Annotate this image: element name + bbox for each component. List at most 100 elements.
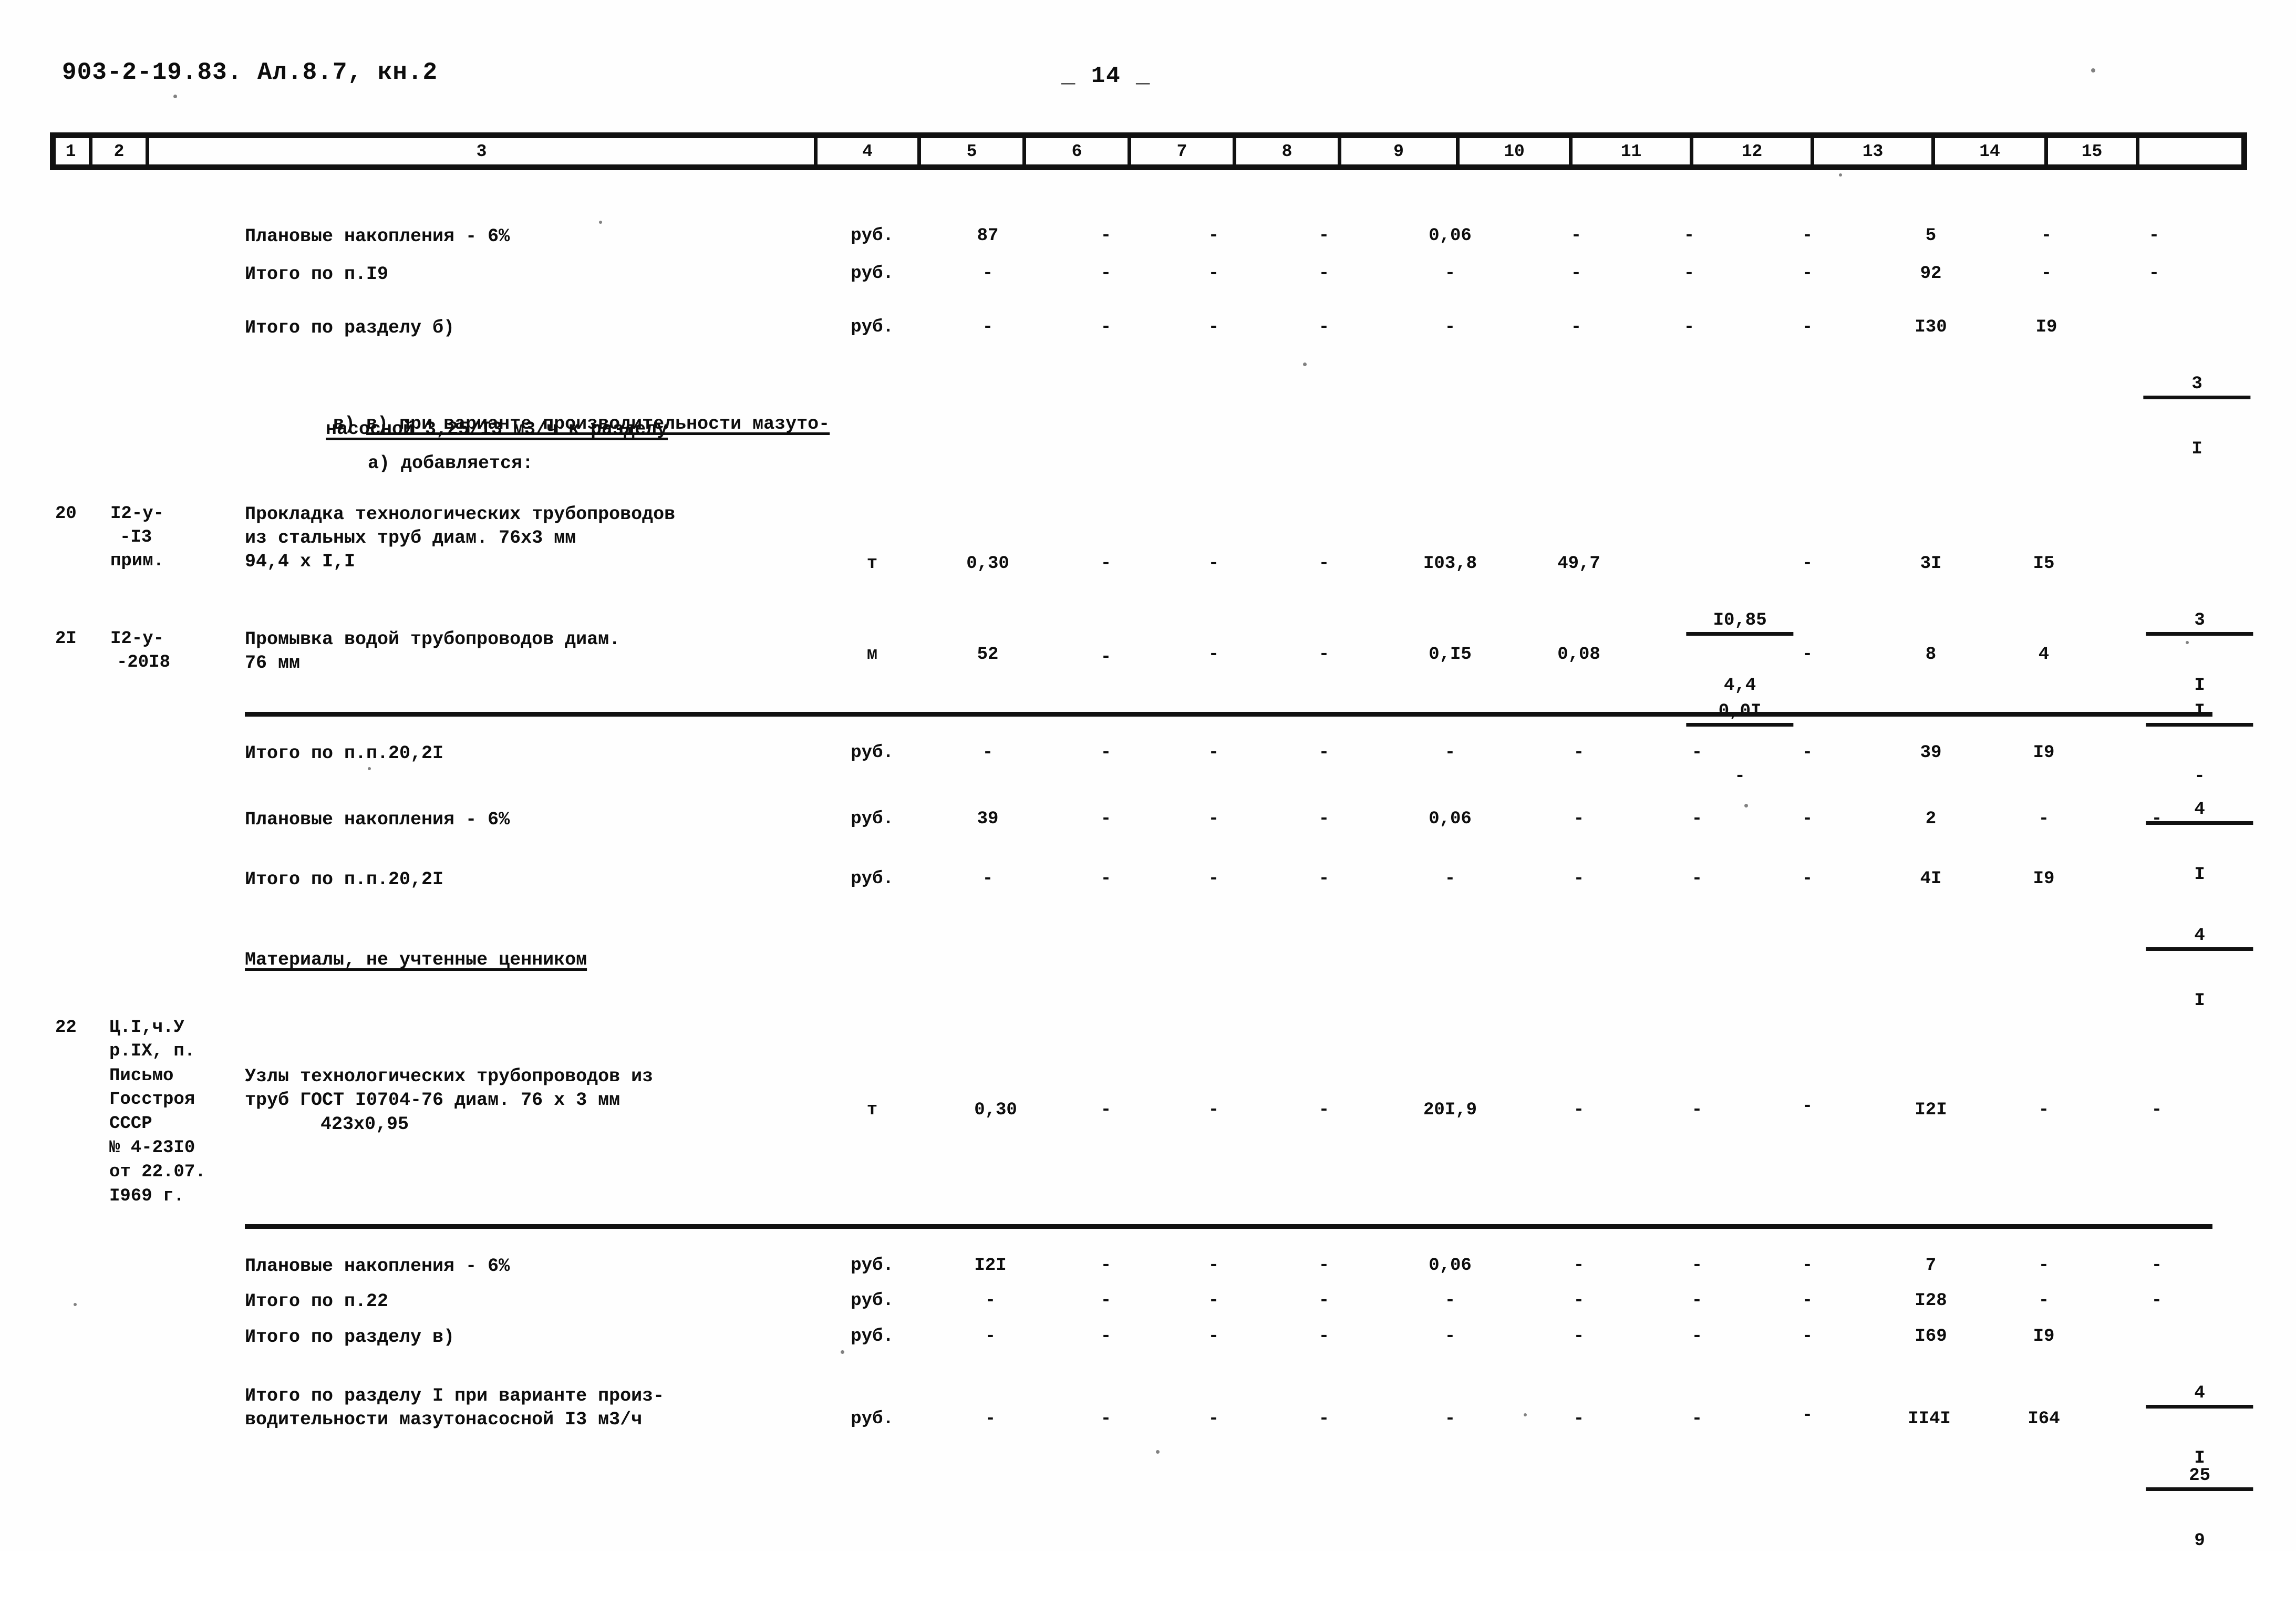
cell-col7: -: [1208, 1100, 1219, 1120]
materials-heading: Материалы, не учтенные ценником: [245, 949, 587, 970]
cell-col15-fraction: 4 I: [2060, 864, 2253, 1075]
cell-col9: -: [1444, 264, 1456, 284]
cell-col10: -: [1570, 226, 1582, 246]
cell-col11: -: [1691, 1327, 1703, 1347]
cell-col13: 7: [1925, 1256, 1937, 1276]
cell-col9: -: [1444, 317, 1456, 337]
column-header-10: 10: [1460, 138, 1573, 164]
cell-col12: -: [1802, 1405, 1813, 1425]
cell-unit: руб.: [851, 1409, 894, 1429]
cell-col8: -: [1318, 1409, 1330, 1429]
row-description: Итого по разделу б): [245, 317, 455, 338]
column-header-8: 8: [1236, 138, 1341, 164]
cell-col10: -: [1573, 1291, 1585, 1311]
column-header-7: 7: [1131, 138, 1236, 164]
cell-unit: руб.: [851, 743, 894, 763]
cell-col5: -: [982, 869, 994, 889]
row-description-line2: водительности мазутонасосной I3 м3/ч: [245, 1409, 643, 1430]
cell-col10: -: [1573, 1100, 1585, 1120]
cell-col15-numerator: 3: [2146, 610, 2253, 636]
cell-col9: -: [1444, 1409, 1456, 1429]
cell-col7: -: [1208, 809, 1219, 829]
cell-col8: -: [1318, 317, 1330, 337]
cell-col9: 0,06: [1429, 1256, 1472, 1276]
cell-col13: 4I: [1920, 869, 1942, 889]
cell-col15-denominator: I: [2194, 991, 2205, 1011]
row-description: Плановые накопления - 6%: [245, 809, 510, 830]
cell-code-line7: от 22.07.: [109, 1162, 206, 1182]
cell-col11: -: [1691, 1291, 1703, 1311]
cell-unit: м: [866, 645, 878, 665]
cell-col12: -: [1802, 645, 1813, 665]
cell-col15-denominator: I: [2191, 439, 2202, 460]
row-description-line3: 423х0,95: [320, 1114, 409, 1135]
cell-col8: -: [1318, 1327, 1330, 1347]
column-header-9: 9: [1341, 138, 1460, 164]
cell-col7: -: [1208, 264, 1219, 284]
cell-code-line4: Госстроя: [109, 1090, 195, 1110]
cell-col5: -: [982, 317, 994, 337]
cell-col15: -: [2151, 1256, 2163, 1276]
cell-col13: 39: [1920, 743, 1942, 763]
cell-col8: -: [1318, 869, 1330, 889]
cell-col9: -: [1444, 869, 1456, 889]
cell-code-line5: СССР: [109, 1114, 152, 1134]
cell-col15-numerator: 25: [2146, 1466, 2253, 1491]
cell-code-line1: I2-у-: [110, 629, 164, 649]
cell-col6: -: [1100, 1291, 1112, 1311]
cell-col10: 0,08: [1557, 645, 1600, 665]
cell-col6: -: [1100, 869, 1112, 889]
cell-code-line2: р.IХ, п.: [109, 1041, 195, 1061]
cell-code-line1: I2-у-: [110, 504, 164, 524]
row-description: Итого по разделу в): [245, 1327, 455, 1348]
cell-unit: руб.: [851, 869, 894, 889]
cell-unit: руб.: [851, 317, 894, 337]
row-description: Итого по п.I9: [245, 264, 389, 285]
cell-col10: -: [1570, 317, 1582, 337]
cell-col7: -: [1208, 1256, 1219, 1276]
cell-col14: -: [2041, 264, 2052, 284]
column-header-11: 11: [1573, 138, 1693, 164]
cell-col12: -: [1802, 743, 1813, 763]
row-description-line1: Итого по разделу I при варианте произ-: [245, 1385, 665, 1406]
row-description: Итого по п.22: [245, 1291, 389, 1312]
cell-col10: -: [1573, 1327, 1585, 1347]
cell-col7: -: [1208, 645, 1219, 665]
cell-col10: 49,7: [1557, 554, 1600, 574]
cell-unit: руб.: [851, 1256, 894, 1276]
cell-col11: -: [1683, 264, 1695, 284]
cell-unit: руб.: [851, 809, 894, 829]
cell-col10: -: [1573, 743, 1585, 763]
cell-col14: 4: [2038, 645, 2050, 665]
cell-col14: -: [2038, 1291, 2050, 1311]
cell-col8: -: [1318, 1291, 1330, 1311]
cell-col8: -: [1318, 264, 1330, 284]
cell-col13: I2I: [1915, 1100, 1947, 1120]
cell-col9: 20I,9: [1423, 1100, 1477, 1120]
row-description: Плановые накопления - 6%: [245, 1256, 510, 1277]
cell-col5: -: [985, 1327, 996, 1347]
cell-col10: -: [1573, 1256, 1585, 1276]
cell-col5: 0,30: [966, 554, 1009, 574]
cell-col14: I5: [2033, 554, 2055, 574]
cell-col14: -: [2038, 809, 2050, 829]
cell-row-number: 20: [55, 504, 77, 524]
cell-col9: -: [1444, 743, 1456, 763]
cell-col15-numerator: 4: [2146, 926, 2253, 951]
variant-heading-line2: насосной 3,25/I3 м3/ч к разделу: [326, 419, 668, 440]
cell-col6: -: [1100, 743, 1112, 763]
cell-col5: 52: [977, 645, 999, 665]
cell-col7: -: [1208, 226, 1219, 246]
cell-col12: -: [1802, 1327, 1813, 1347]
cell-col6: -: [1100, 809, 1112, 829]
cell-col11: -: [1691, 809, 1703, 829]
cell-col14: I9: [2033, 743, 2055, 763]
cell-col13: 92: [1920, 264, 1942, 284]
row-description: Итого по п.п.20,2I: [245, 743, 444, 764]
cell-col8: -: [1318, 1100, 1330, 1120]
cell-col5: -: [985, 1291, 996, 1311]
cell-code-line2: -I3: [120, 527, 152, 547]
cell-col15-fraction: 3 I: [2057, 313, 2251, 523]
cell-col14: I64: [2028, 1409, 2060, 1429]
cell-col10: -: [1570, 264, 1582, 284]
